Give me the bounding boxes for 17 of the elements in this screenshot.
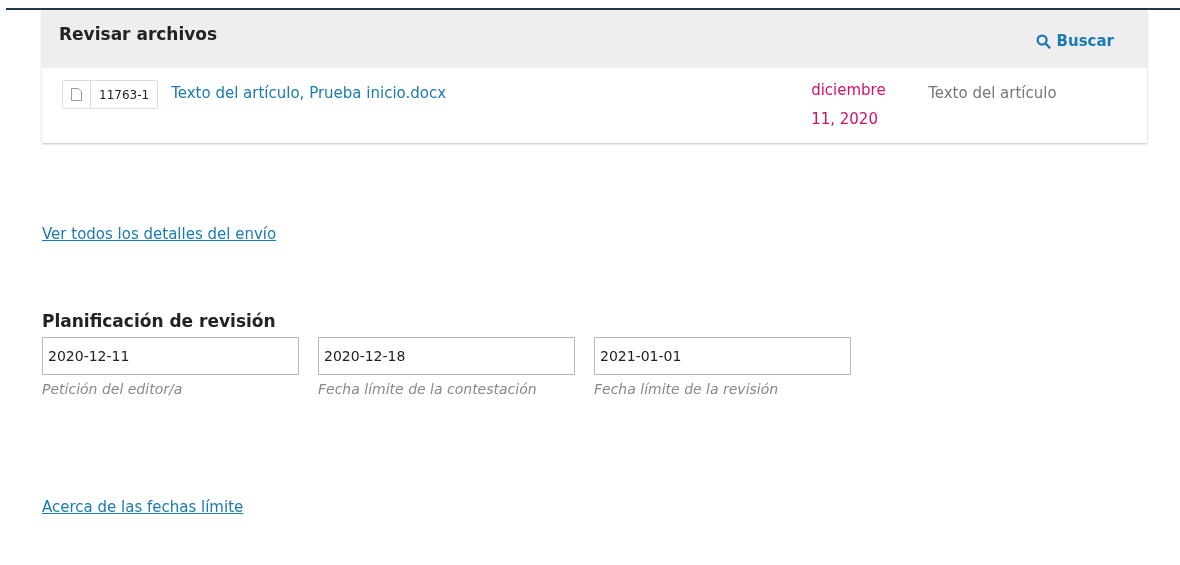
file-date: diciembre 11, 2020 — [811, 80, 887, 130]
field-caption: Petición del editor/a — [42, 379, 184, 399]
date-field[interactable]: 2021-01-01 — [594, 336, 851, 375]
search-link[interactable]: Buscar — [1035, 30, 1114, 53]
date-field[interactable]: 2020-12-18 — [318, 336, 575, 375]
field-caption: Fecha límite de la revisión — [594, 379, 780, 399]
details-link[interactable]: Ver todos los detalles del envío — [42, 225, 277, 243]
deadlines-link[interactable]: Acerca de las fechas límite — [42, 497, 244, 516]
section-heading: Planificación de revisión — [42, 310, 277, 333]
date-field[interactable]: 2020-12-11 — [42, 336, 299, 375]
file-type: Texto del artículo — [928, 83, 1057, 104]
field-caption: Fecha límite de la contestación — [318, 379, 538, 399]
file-link[interactable]: Texto del artículo, Prueba inicio.docx — [171, 82, 812, 105]
file-id: 11763-1 — [98, 86, 151, 104]
panel-title: Revisar archivos — [59, 23, 218, 46]
document-icon — [71, 88, 82, 101]
search-icon — [1035, 33, 1051, 49]
